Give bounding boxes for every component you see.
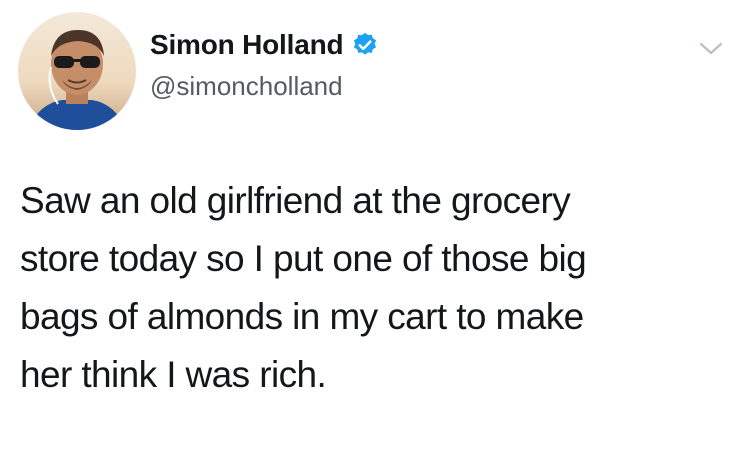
avatar-photo [18, 12, 136, 130]
tweet-card: Simon Holland @simoncholland Saw an old … [0, 0, 750, 449]
tweet-text-line: store today so I put one of those big [20, 238, 587, 279]
tweet-text-line: bags of almonds in my cart to make [20, 296, 584, 337]
author-name-row: Simon Holland [150, 28, 379, 62]
verified-badge-icon [351, 31, 379, 59]
tweet-text-line: her think I was rich. [20, 354, 327, 395]
tweet-text-line: Saw an old girlfriend at the grocery [20, 180, 571, 221]
author-handle[interactable]: @simoncholland [150, 70, 343, 102]
chevron-down-icon[interactable] [698, 40, 724, 58]
avatar[interactable] [18, 12, 136, 130]
author-display-name[interactable]: Simon Holland [150, 28, 344, 62]
tweet-text: Saw an old girlfriend at the grocery sto… [20, 172, 720, 404]
